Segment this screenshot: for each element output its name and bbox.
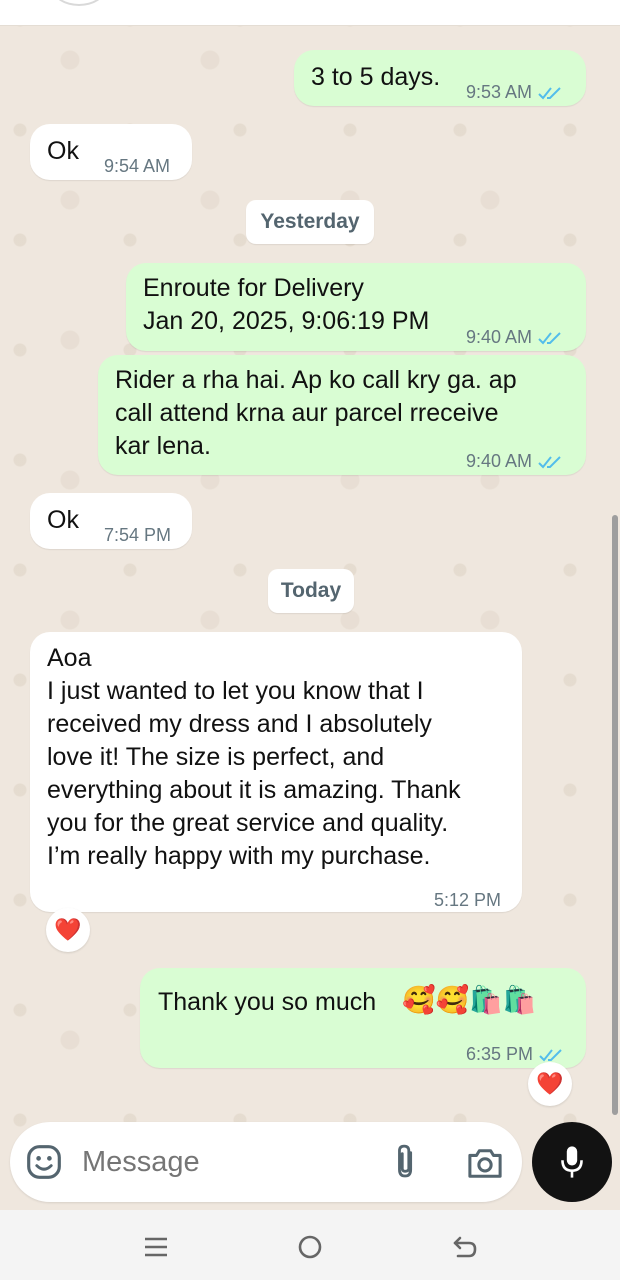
message-bubble-outgoing[interactable]: Rider a rha hai. Ap ko call kry ga. ap c… [98, 355, 586, 475]
message-time: 6:35 PM [466, 1044, 534, 1064]
heart-icon: ❤️ [536, 1071, 564, 1096]
date-label: Today [280, 579, 342, 602]
mic-button[interactable] [532, 1122, 612, 1202]
reaction-heart[interactable]: ❤️ [46, 908, 90, 952]
mic-icon [561, 1146, 583, 1178]
message-time: 9:40 AM [466, 451, 533, 471]
message-time: 9:53 AM [466, 82, 533, 102]
double-check-icon [538, 86, 561, 99]
message-meta: 7:54 PM [104, 519, 171, 552]
double-check-icon [539, 1048, 562, 1061]
message-text-line: Aoa [47, 644, 92, 672]
message-bubble-incoming[interactable]: Ok 9:54 AM [30, 124, 192, 180]
message-bubble-outgoing[interactable]: Thank you so much 🥰🥰🛍️🛍️ 6:35 PM [140, 968, 586, 1068]
message-bubble-outgoing[interactable]: Enroute for Delivery Jan 20, 2025, 9:06:… [126, 263, 586, 351]
message-meta: 9:40 AM [466, 445, 564, 478]
message-text: 3 to 5 days. [311, 63, 441, 91]
camera-icon[interactable] [466, 1146, 504, 1180]
message-text-line: I just wanted to let you know that I [47, 677, 424, 705]
message-composer[interactable] [10, 1122, 522, 1202]
message-time: 9:40 AM [466, 327, 533, 347]
message-text-line: kar lena. [115, 432, 211, 460]
system-navigation-bar [0, 1210, 620, 1280]
header-strip [0, 0, 620, 26]
home-icon[interactable] [295, 1232, 325, 1262]
header-avatar-outline [52, 0, 106, 6]
heart-icon: ❤️ [54, 917, 82, 942]
message-time: 7:54 PM [104, 525, 172, 545]
message-bubble-incoming[interactable]: Aoa I just wanted to let you know that I… [30, 632, 522, 912]
message-text-line: love it! The size is perfect, and [47, 743, 385, 771]
scrollbar[interactable] [612, 515, 618, 1115]
message-text-line: everything about it is amazing. Thank [47, 776, 461, 804]
message-input[interactable] [82, 1140, 372, 1184]
message-time: 5:12 PM [434, 890, 502, 910]
message-text: Ok [47, 137, 79, 165]
emoji-icon[interactable] [26, 1144, 62, 1180]
date-label: Yesterday [260, 210, 360, 233]
double-check-icon [538, 331, 561, 344]
emoji-text: 🥰🥰🛍️🛍️ [402, 985, 537, 1015]
message-text-line: Jan 20, 2025, 9:06:19 PM [143, 307, 430, 335]
double-check-icon [538, 455, 561, 468]
message-text-line: call attend krna aur parcel rreceive [115, 399, 499, 427]
message-meta: 9:40 AM [466, 321, 564, 354]
message-time: 9:54 AM [104, 156, 171, 176]
message-text-line: Rider a rha hai. Ap ko call kry ga. ap [115, 366, 517, 394]
message-text: Ok [47, 506, 79, 534]
message-text-line: Enroute for Delivery [143, 274, 364, 302]
message-bubble-incoming[interactable]: Ok 7:54 PM [30, 493, 192, 549]
back-icon[interactable] [450, 1232, 480, 1262]
date-divider: Yesterday [246, 200, 374, 244]
attach-icon[interactable] [392, 1142, 420, 1182]
message-meta: 5:12 PM [434, 884, 501, 917]
message-meta: 9:53 AM [466, 76, 564, 109]
message-text-line: I’m really happy with my purchase. [47, 842, 431, 870]
date-divider: Today [268, 569, 354, 613]
message-text: Thank you so much [158, 988, 377, 1016]
message-text-line: you for the great service and quality. [47, 809, 449, 837]
recent-apps-icon[interactable] [141, 1232, 171, 1262]
message-meta: 9:54 AM [104, 150, 170, 183]
message-bubble-outgoing[interactable]: 3 to 5 days. 9:53 AM [294, 50, 586, 106]
reaction-heart[interactable]: ❤️ [528, 1062, 572, 1106]
message-text-line: received my dress and I absolutely [47, 710, 432, 738]
